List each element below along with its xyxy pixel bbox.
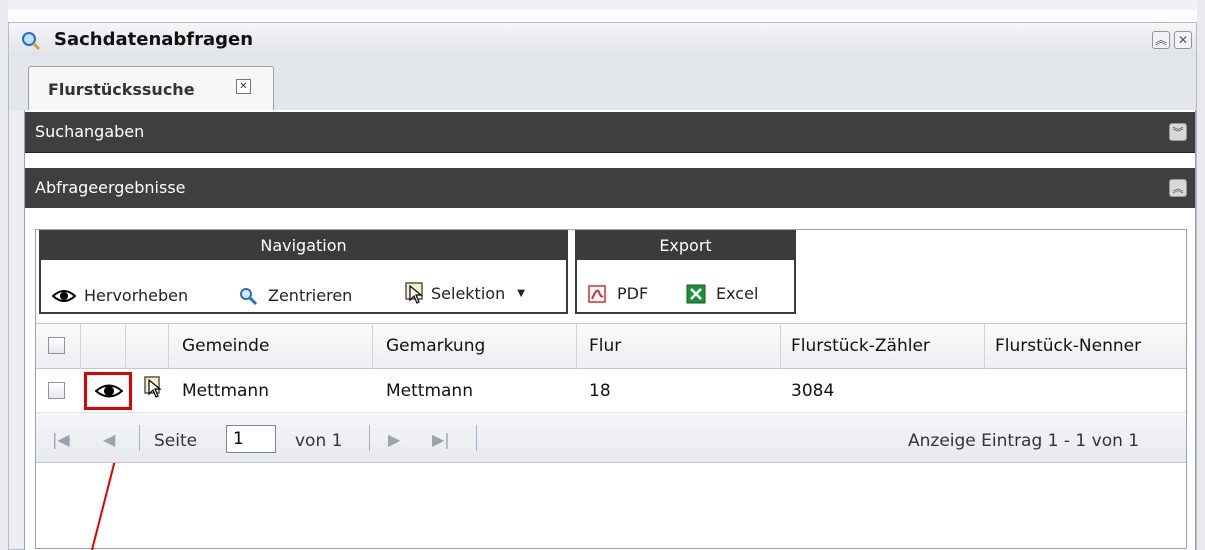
tab-label: Flurstückssuche (48, 80, 195, 99)
last-page-icon[interactable]: ▶| (432, 430, 450, 449)
cell-flur: 18 (589, 381, 611, 401)
selection-dropdown[interactable]: Selektion ▼ (405, 282, 525, 306)
excel-label: Excel (716, 284, 759, 303)
column-separator (372, 323, 373, 369)
page-number-input[interactable]: 1 (226, 425, 276, 453)
pager-separator (369, 425, 370, 451)
previous-page-icon[interactable]: ◀ (103, 430, 115, 449)
tab-close-button[interactable]: ✕ (236, 79, 251, 94)
excel-icon (686, 284, 706, 304)
pager-separator (476, 425, 477, 451)
search-magnifier-icon (22, 32, 41, 51)
selection-label: Selektion (431, 284, 506, 303)
column-header-flur[interactable]: Flur (589, 335, 621, 357)
section-suchangaben[interactable]: Suchangaben ︾ (25, 112, 1195, 152)
section-title: Abfrageergebnisse (35, 178, 186, 197)
window-top-strip (0, 0, 1205, 10)
column-separator (168, 323, 169, 369)
close-panel-button[interactable]: ✕ (1174, 31, 1192, 49)
pager-separator (139, 425, 140, 451)
panel-title: Sachdatenabfragen (54, 29, 254, 50)
page-count-label: von 1 (295, 431, 343, 451)
pdf-icon (588, 285, 606, 303)
next-page-icon[interactable]: ▶ (388, 430, 400, 449)
cell-zaehler: 3084 (791, 381, 835, 401)
cell-gemeinde: Mettmann (182, 381, 269, 401)
column-separator (984, 323, 985, 369)
center-button[interactable]: Zentrieren (238, 286, 352, 306)
highlight-label: Hervorheben (84, 286, 189, 305)
section-title: Suchangaben (35, 122, 145, 141)
window-right-border (1197, 0, 1205, 550)
selection-cursor-icon[interactable] (144, 376, 166, 400)
export-group-title: Export (577, 232, 794, 260)
selection-cursor-icon (405, 282, 423, 304)
column-separator (576, 323, 577, 369)
column-header-nenner[interactable]: Flurstück-Nenner (995, 335, 1141, 357)
column-separator (125, 323, 126, 369)
navigation-group-title: Navigation (41, 232, 566, 260)
section-divider (25, 152, 1195, 153)
column-header-gemeinde[interactable]: Gemeinde (182, 335, 269, 357)
eye-icon (52, 290, 76, 302)
row-checkbox[interactable] (48, 382, 65, 399)
select-all-checkbox[interactable] (48, 337, 65, 354)
cell-gemarkung: Mettmann (386, 381, 473, 401)
column-separator (80, 323, 81, 369)
column-header-zaehler[interactable]: Flurstück-Zähler (791, 335, 930, 357)
highlight-button[interactable]: Hervorheben (52, 286, 188, 306)
collapse-icon[interactable]: ︽ (1169, 179, 1187, 197)
first-page-icon[interactable]: |◀ (52, 430, 70, 449)
chevron-down-icon: ▼ (517, 288, 525, 299)
column-header-gemarkung[interactable]: Gemarkung (386, 335, 485, 357)
page-label: Seite (154, 431, 198, 451)
column-separator (780, 323, 781, 369)
pdf-label: PDF (617, 284, 649, 303)
collapse-up-icon: ︽ (1154, 33, 1167, 47)
collapse-panel-button[interactable]: ︽ (1152, 31, 1170, 49)
export-excel-button[interactable]: Excel (686, 284, 758, 304)
window-left-border (0, 0, 8, 550)
center-label: Zentrieren (268, 286, 353, 305)
close-icon: ✕ (239, 81, 248, 92)
expand-icon[interactable]: ︾ (1169, 123, 1187, 141)
close-icon: ✕ (1177, 33, 1189, 47)
paging-status: Anzeige Eintrag 1 - 1 von 1 (908, 431, 1140, 451)
annotation-highlight-box (84, 372, 132, 410)
section-abfrageergebnisse[interactable]: Abfrageergebnisse ︽ (25, 168, 1195, 208)
magnifier-icon (240, 288, 258, 306)
export-pdf-button[interactable]: PDF (587, 284, 648, 304)
